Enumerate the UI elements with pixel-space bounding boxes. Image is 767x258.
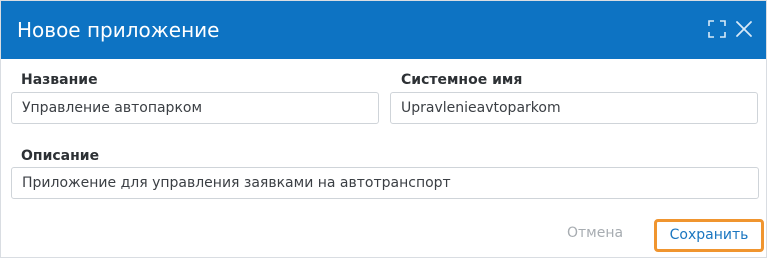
name-input[interactable]: Управление автопарком [11, 92, 379, 124]
new-application-dialog: Новое приложение Название Управление авт… [0, 0, 767, 258]
close-icon [734, 19, 754, 39]
dialog-header: Новое приложение [1, 1, 766, 59]
system-name-label: Системное имя [401, 72, 523, 88]
name-label: Название [21, 72, 98, 88]
dialog-title: Новое приложение [17, 18, 220, 42]
maximize-icon [707, 19, 727, 39]
description-input[interactable]: Приложение для управления заявками на ав… [11, 167, 759, 199]
cancel-button[interactable]: Отмена [567, 223, 623, 243]
save-button[interactable]: Сохранить [654, 219, 764, 252]
close-button[interactable] [734, 19, 754, 39]
maximize-button[interactable] [707, 19, 727, 39]
description-label: Описание [21, 148, 100, 164]
system-name-input[interactable]: Upravlenieavtoparkom [390, 92, 758, 124]
